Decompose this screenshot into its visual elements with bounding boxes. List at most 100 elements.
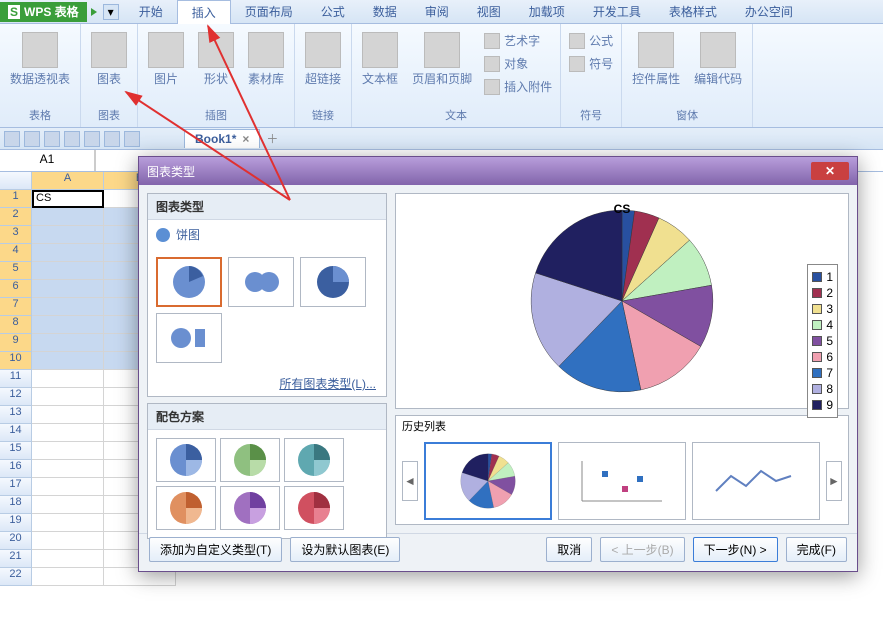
cell-A17[interactable]	[32, 478, 104, 496]
menu-公式[interactable]: 公式	[307, 0, 359, 24]
qat-open-icon[interactable]	[24, 131, 40, 147]
row-header-3[interactable]: 3	[0, 226, 32, 244]
cell-A14[interactable]	[32, 424, 104, 442]
color-scheme-5[interactable]	[284, 486, 344, 530]
row-header-13[interactable]: 13	[0, 406, 32, 424]
row-header-14[interactable]: 14	[0, 424, 32, 442]
menu-开发工具[interactable]: 开发工具	[579, 0, 655, 24]
chart-type-pie[interactable]: 饼图	[148, 220, 386, 249]
cell-A9[interactable]	[32, 334, 104, 352]
menu-加载项[interactable]: 加载项	[515, 0, 579, 24]
ribbon-控件属性[interactable]: 控件属性	[626, 30, 686, 89]
row-header-1[interactable]: 1	[0, 190, 32, 208]
subtype-pie-basic[interactable]	[156, 257, 222, 307]
cell-A20[interactable]	[32, 532, 104, 550]
subtype-pie-3d[interactable]	[228, 257, 294, 307]
color-scheme-4[interactable]	[220, 486, 280, 530]
menu-页面布局[interactable]: 页面布局	[231, 0, 307, 24]
prev-button[interactable]: < 上一步(B)	[600, 537, 684, 562]
add-custom-button[interactable]: 添加为自定义类型(T)	[149, 537, 282, 562]
ribbon-编辑代码[interactable]: 编辑代码	[688, 30, 748, 89]
row-header-7[interactable]: 7	[0, 298, 32, 316]
cell-A1[interactable]: CS	[32, 190, 104, 208]
cell-A10[interactable]	[32, 352, 104, 370]
next-button[interactable]: 下一步(N) >	[693, 537, 778, 562]
cell-A11[interactable]	[32, 370, 104, 388]
ribbon-插入附件[interactable]: 插入附件	[480, 76, 556, 97]
row-header-4[interactable]: 4	[0, 244, 32, 262]
color-scheme-1[interactable]	[220, 438, 280, 482]
ribbon-图片[interactable]: 图片	[142, 30, 190, 89]
menu-表格样式[interactable]: 表格样式	[655, 0, 731, 24]
cell-A21[interactable]	[32, 550, 104, 568]
menu-视图[interactable]: 视图	[463, 0, 515, 24]
finish-button[interactable]: 完成(F)	[786, 537, 847, 562]
row-header-22[interactable]: 22	[0, 568, 32, 586]
cancel-button[interactable]: 取消	[546, 537, 592, 562]
history-prev[interactable]: ◄	[402, 461, 418, 501]
row-header-21[interactable]: 21	[0, 550, 32, 568]
close-icon[interactable]: ×	[242, 132, 249, 146]
ribbon-数据透视表[interactable]: 数据透视表	[4, 30, 76, 89]
subtype-pie-bar[interactable]	[156, 313, 222, 363]
qat-new-icon[interactable]	[4, 131, 20, 147]
ribbon-符号[interactable]: 符号	[565, 53, 617, 74]
cell-A18[interactable]	[32, 496, 104, 514]
row-header-17[interactable]: 17	[0, 478, 32, 496]
dialog-titlebar[interactable]: 图表类型 ✕	[139, 157, 857, 185]
row-header-19[interactable]: 19	[0, 514, 32, 532]
row-header-9[interactable]: 9	[0, 334, 32, 352]
cell-A8[interactable]	[32, 316, 104, 334]
set-default-button[interactable]: 设为默认图表(E)	[290, 537, 400, 562]
row-header-18[interactable]: 18	[0, 496, 32, 514]
history-item-line[interactable]	[692, 442, 820, 520]
cell-A16[interactable]	[32, 460, 104, 478]
menu-插入[interactable]: 插入	[177, 0, 231, 24]
all-chart-types-link[interactable]: 所有图表类型(L)...	[148, 371, 386, 396]
app-badge[interactable]: S WPS 表格	[0, 2, 87, 22]
ribbon-超链接[interactable]: 超链接	[299, 30, 347, 89]
subtype-pie-exploded[interactable]	[300, 257, 366, 307]
menu-办公空间[interactable]: 办公空间	[731, 0, 807, 24]
qat-save-icon[interactable]	[44, 131, 60, 147]
row-header-8[interactable]: 8	[0, 316, 32, 334]
cell-A19[interactable]	[32, 514, 104, 532]
cell-A15[interactable]	[32, 442, 104, 460]
row-header-20[interactable]: 20	[0, 532, 32, 550]
qat-undo-icon[interactable]	[104, 131, 120, 147]
cell-A3[interactable]	[32, 226, 104, 244]
row-header-5[interactable]: 5	[0, 262, 32, 280]
history-next[interactable]: ►	[826, 461, 842, 501]
close-button[interactable]: ✕	[811, 162, 849, 180]
ribbon-对象[interactable]: 对象	[480, 53, 556, 74]
ribbon-文本框[interactable]: 文本框	[356, 30, 404, 89]
ribbon-公式[interactable]: 公式	[565, 30, 617, 51]
row-header-2[interactable]: 2	[0, 208, 32, 226]
cell-A13[interactable]	[32, 406, 104, 424]
select-all-corner[interactable]	[0, 172, 32, 190]
history-item-pie[interactable]	[424, 442, 552, 520]
ribbon-素材库[interactable]: 素材库	[242, 30, 290, 89]
ribbon-艺术字[interactable]: 艺术字	[480, 30, 556, 51]
color-scheme-3[interactable]	[156, 486, 216, 530]
row-header-15[interactable]: 15	[0, 442, 32, 460]
cell-A7[interactable]	[32, 298, 104, 316]
row-header-6[interactable]: 6	[0, 280, 32, 298]
app-menu-dropdown[interactable]: ▾	[103, 4, 119, 20]
row-header-12[interactable]: 12	[0, 388, 32, 406]
row-header-10[interactable]: 10	[0, 352, 32, 370]
qat-preview-icon[interactable]	[84, 131, 100, 147]
qat-redo-icon[interactable]	[124, 131, 140, 147]
menu-开始[interactable]: 开始	[125, 0, 177, 24]
row-header-11[interactable]: 11	[0, 370, 32, 388]
color-scheme-0[interactable]	[156, 438, 216, 482]
menu-数据[interactable]: 数据	[359, 0, 411, 24]
color-scheme-2[interactable]	[284, 438, 344, 482]
cell-A4[interactable]	[32, 244, 104, 262]
cell-A2[interactable]	[32, 208, 104, 226]
cell-A5[interactable]	[32, 262, 104, 280]
document-tab[interactable]: Book1*×	[184, 129, 260, 148]
row-header-16[interactable]: 16	[0, 460, 32, 478]
cell-A22[interactable]	[32, 568, 104, 586]
menu-审阅[interactable]: 审阅	[411, 0, 463, 24]
